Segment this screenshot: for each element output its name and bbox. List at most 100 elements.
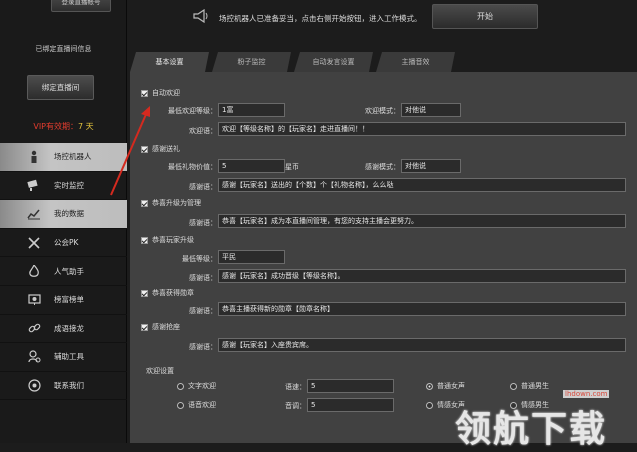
status-notice: 场控机器人已准备妥当，点击右侧开始按钮，进入工作模式。 xyxy=(219,14,422,23)
start-button[interactable]: 开始 xyxy=(432,4,538,29)
welcome-min-level-label: 最低欢迎等级： xyxy=(168,107,217,115)
gift-phrase-input[interactable]: 感谢【玩家名】送出的【个数】个【礼物名称】，么么哒 xyxy=(218,178,626,192)
levelup-min-level-label: 最低等级： xyxy=(182,255,217,263)
medal-phrase-label: 感谢语： xyxy=(189,307,217,315)
voice-welcome-label: 语音欢迎 xyxy=(188,401,216,409)
speed-label: 语速： xyxy=(285,383,306,391)
sidebar: 登录直播帐号 已绑定直播间信息 绑定直播间 VIP有效期：7 天 场控机器人 实… xyxy=(0,0,127,443)
gift-mode-label: 感谢模式： xyxy=(365,163,400,171)
login-account-button[interactable]: 登录直播帐号 xyxy=(51,0,111,12)
tab-anchor-sound[interactable]: 主播音效 xyxy=(376,52,455,72)
gift-label: 感谢送礼 xyxy=(152,145,180,153)
watermark-text: 领航下载 xyxy=(455,409,608,450)
gift-mode-select[interactable]: 对他说 xyxy=(401,159,461,173)
levelup-phrase-input[interactable]: 感谢【玩家名】成功晋级【等级名称】。 xyxy=(218,269,626,283)
voice-section-title: 欢迎设置 xyxy=(146,367,174,375)
sidebar-item-label: 人气助手 xyxy=(54,266,84,276)
voice-welcome-radio[interactable]: 语音欢迎 xyxy=(177,400,216,410)
checkbox-icon[interactable] xyxy=(141,236,148,244)
sidebar-item-contact[interactable]: 联系我们 xyxy=(0,372,127,401)
sidebar-item-label: 成语接龙 xyxy=(54,323,84,333)
vip-label: VIP有效期： xyxy=(33,122,78,131)
levelup-toggle[interactable]: 恭喜玩家升级 xyxy=(141,235,194,245)
welcome-phrase-label: 欢迎语： xyxy=(189,127,217,135)
radio-icon[interactable] xyxy=(426,401,433,409)
sidebar-item-guild-pk[interactable]: 公会PK xyxy=(0,229,127,258)
headset-icon xyxy=(27,379,41,393)
admin-label: 恭喜升级为管理 xyxy=(152,199,201,207)
medal-label: 恭喜获得勋章 xyxy=(152,289,194,297)
fire-icon xyxy=(27,264,41,278)
gift-min-value-label: 最低礼物价值： xyxy=(168,163,217,171)
checkbox-icon[interactable] xyxy=(141,289,148,297)
radio-icon[interactable] xyxy=(177,382,184,390)
guard-toggle[interactable]: 感谢抢座 xyxy=(141,322,180,332)
sidebar-item-label: 辅助工具 xyxy=(54,352,84,362)
megaphone-icon xyxy=(193,8,209,27)
sidebar-item-label: 实时监控 xyxy=(54,180,84,190)
sidebar-nav: 场控机器人 实时监控 我的数据 公会PK 人气助手 榜富榜单 成语接龙 辅助工具… xyxy=(0,143,127,401)
checkbox-icon[interactable] xyxy=(141,89,148,97)
text-welcome-label: 文字欢迎 xyxy=(188,382,216,390)
watermark-url: lhdown.com xyxy=(563,390,610,398)
medal-phrase-input[interactable]: 恭喜主播获得新的勋章【勋章名称】 xyxy=(218,302,626,316)
levelup-phrase-label: 感谢语： xyxy=(189,274,217,282)
welcome-toggle[interactable]: 自动欢迎 xyxy=(141,88,180,98)
medal-toggle[interactable]: 恭喜获得勋章 xyxy=(141,288,194,298)
pitch-input[interactable]: 5 xyxy=(307,398,394,412)
welcome-mode-select[interactable]: 对他说 xyxy=(401,103,461,117)
trophy-board-icon xyxy=(27,293,41,307)
welcome-label: 自动欢迎 xyxy=(152,89,180,97)
speed-input[interactable]: 5 xyxy=(307,379,394,393)
sidebar-item-robot[interactable]: 场控机器人 xyxy=(0,143,127,172)
guard-phrase-label: 感谢语： xyxy=(189,343,217,351)
welcome-min-level-field[interactable]: 1富 xyxy=(218,103,285,117)
watermark: lhdown.com 领航下载 xyxy=(455,372,637,450)
gift-toggle[interactable]: 感谢送礼 xyxy=(141,144,180,154)
checkbox-icon[interactable] xyxy=(141,145,148,153)
admin-toggle[interactable]: 恭喜升级为管理 xyxy=(141,198,201,208)
radio-icon[interactable] xyxy=(177,401,184,409)
checkbox-icon[interactable] xyxy=(141,323,148,331)
admin-phrase-label: 感谢语： xyxy=(189,219,217,227)
sidebar-item-monitor[interactable]: 实时监控 xyxy=(0,172,127,201)
guard-label: 感谢抢座 xyxy=(152,323,180,331)
gift-min-value-field[interactable]: 5 xyxy=(218,159,285,173)
checkbox-icon[interactable] xyxy=(141,199,148,207)
sidebar-item-tools[interactable]: 辅助工具 xyxy=(0,343,127,372)
sidebar-item-mydata[interactable]: 我的数据 xyxy=(0,200,127,229)
guard-phrase-input[interactable]: 感谢【玩家名】入座贵宾席。 xyxy=(218,338,626,352)
tab-basic-settings[interactable]: 基本设置 xyxy=(130,52,209,72)
gift-phrase-label: 感谢语： xyxy=(189,183,217,191)
tab-auto-speech[interactable]: 自动发言设置 xyxy=(294,52,373,72)
chart-icon xyxy=(27,207,41,221)
camera-icon xyxy=(27,178,41,192)
settings-tabs: 基本设置 粉子监控 自动发言设置 主播音效 xyxy=(130,52,458,72)
swords-icon xyxy=(27,236,41,250)
tab-fan-monitor[interactable]: 粉子监控 xyxy=(212,52,291,72)
sidebar-item-popularity[interactable]: 人气助手 xyxy=(0,257,127,286)
sidebar-item-ranking[interactable]: 榜富榜单 xyxy=(0,286,127,315)
levelup-min-level-field[interactable]: 平民 xyxy=(218,250,285,264)
welcome-mode-label: 欢迎模式： xyxy=(365,107,400,115)
sidebar-item-idiom[interactable]: 成语接龙 xyxy=(0,315,127,344)
robot-icon xyxy=(27,150,41,164)
pitch-label: 音调： xyxy=(285,402,306,410)
vip-expiry: VIP有效期：7 天 xyxy=(0,121,127,132)
sidebar-item-label: 场控机器人 xyxy=(54,152,92,162)
sidebar-item-label: 我的数据 xyxy=(54,209,84,219)
vip-days: 7 天 xyxy=(78,122,94,131)
text-welcome-radio[interactable]: 文字欢迎 xyxy=(177,381,216,391)
levelup-label: 恭喜玩家升级 xyxy=(152,236,194,244)
sidebar-item-label: 联系我们 xyxy=(54,381,84,391)
chain-link-icon xyxy=(27,321,41,335)
bound-room-info-label: 已绑定直播间信息 xyxy=(35,45,92,53)
radio-icon[interactable] xyxy=(426,382,433,390)
sidebar-item-label: 榜富榜单 xyxy=(54,295,84,305)
welcome-phrase-input[interactable]: 欢迎【等级名称】的【玩家名】走进直播间！！ xyxy=(218,122,626,136)
bind-room-button[interactable]: 绑定直播间 xyxy=(27,75,94,100)
gift-unit-label: 星币 xyxy=(285,163,299,171)
admin-phrase-input[interactable]: 恭喜【玩家名】成为本直播间管理，有您的支持主播会更努力。 xyxy=(218,214,626,228)
sidebar-item-label: 公会PK xyxy=(54,238,79,248)
header: 场控机器人已准备妥当，点击右侧开始按钮，进入工作模式。 开始 xyxy=(127,0,637,40)
